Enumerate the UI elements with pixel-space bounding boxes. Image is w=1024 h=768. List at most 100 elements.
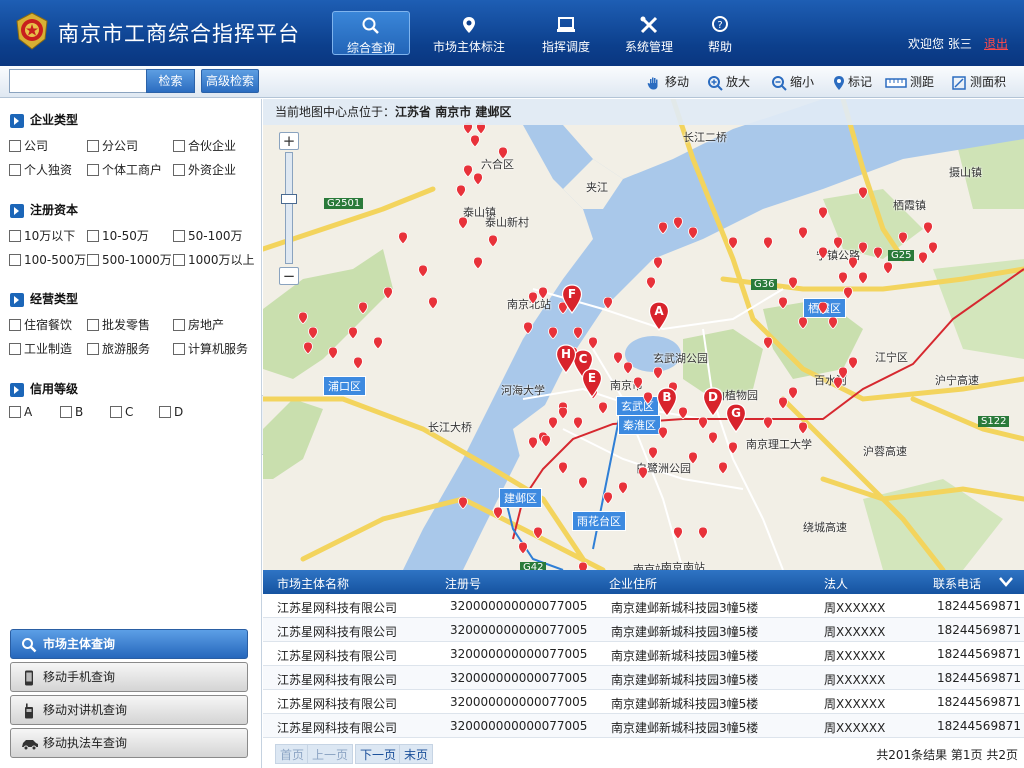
tool-measure-area[interactable]: 测面积 [951, 72, 1006, 92]
enterprise-marker[interactable] [558, 406, 568, 420]
filter-option[interactable]: 计算机服务 [173, 340, 248, 357]
nav-help[interactable]: ? 帮助 [681, 11, 759, 55]
filter-option[interactable]: 批发零售 [87, 316, 150, 333]
filter-option[interactable]: 50-100万 [173, 227, 243, 244]
enterprise-marker[interactable] [458, 496, 468, 510]
filter-option[interactable]: 住宿餐饮 [9, 316, 72, 333]
table-row[interactable]: 江苏星网科技有限公司 320000000000077005 南京建邺新城科技园3幢5… [263, 714, 1024, 738]
enterprise-marker[interactable] [383, 286, 393, 300]
enterprise-marker[interactable] [428, 296, 438, 310]
letter-marker-g[interactable]: G [725, 403, 747, 433]
table-row[interactable]: 江苏星网科技有限公司 320000000000077005 南京建邺新城科技园3幢5… [263, 618, 1024, 642]
enterprise-marker[interactable] [541, 434, 551, 448]
checkbox[interactable] [173, 343, 185, 355]
table-row[interactable]: 江苏星网科技有限公司 320000000000077005 南京建邺新城科技园3幢5… [263, 690, 1024, 714]
filter-option[interactable]: A [9, 405, 32, 419]
tool-zoom-in[interactable]: 放大 [707, 72, 750, 92]
enterprise-marker[interactable] [538, 286, 548, 300]
search-input[interactable] [9, 69, 147, 93]
checkbox[interactable] [9, 319, 21, 331]
enterprise-marker[interactable] [798, 226, 808, 240]
enterprise-marker[interactable] [588, 336, 598, 350]
enterprise-marker[interactable] [643, 391, 653, 405]
enterprise-marker[interactable] [858, 241, 868, 255]
filter-option[interactable]: 合伙企业 [173, 137, 236, 154]
enterprise-marker[interactable] [898, 231, 908, 245]
tool-mark[interactable]: 标记 [833, 72, 872, 92]
zoom-slider-track[interactable] [285, 152, 293, 264]
tool-zoom-out[interactable]: 缩小 [771, 72, 814, 92]
checkbox[interactable] [159, 406, 171, 418]
last-page-button[interactable]: 末页 [399, 744, 434, 764]
enterprise-marker[interactable] [798, 316, 808, 330]
map-view[interactable]: 浦口区玄武区秦淮区建邺区雨花台区栖霞区江宁区南京市南京站南京北站河海大学玄武湖公… [263, 99, 1024, 570]
filter-option[interactable]: 旅游服务 [87, 340, 150, 357]
enterprise-marker[interactable] [798, 421, 808, 435]
enterprise-marker[interactable] [688, 451, 698, 465]
checkbox[interactable] [87, 254, 99, 266]
enterprise-marker[interactable] [373, 336, 383, 350]
enterprise-marker[interactable] [653, 256, 663, 270]
enterprise-marker[interactable] [923, 221, 933, 235]
checkbox[interactable] [9, 164, 21, 176]
enterprise-marker[interactable] [698, 416, 708, 430]
enterprise-marker[interactable] [618, 481, 628, 495]
enterprise-marker[interactable] [698, 526, 708, 540]
enterprise-marker[interactable] [778, 396, 788, 410]
filter-option[interactable]: D [159, 405, 183, 419]
checkbox[interactable] [87, 319, 99, 331]
filter-option[interactable]: 个体工商户 [87, 161, 162, 178]
enterprise-marker[interactable] [678, 406, 688, 420]
enterprise-marker[interactable] [463, 164, 473, 178]
checkbox[interactable] [87, 164, 99, 176]
enterprise-marker[interactable] [646, 276, 656, 290]
checkbox[interactable] [9, 254, 21, 266]
enterprise-marker[interactable] [833, 236, 843, 250]
filter-option[interactable]: 房地产 [173, 316, 224, 333]
enterprise-marker[interactable] [658, 426, 668, 440]
checkbox[interactable] [9, 343, 21, 355]
enterprise-marker[interactable] [458, 216, 468, 230]
filter-option[interactable]: 外资企业 [173, 161, 236, 178]
enterprise-marker[interactable] [573, 416, 583, 430]
enterprise-marker[interactable] [603, 491, 613, 505]
enterprise-marker[interactable] [473, 172, 483, 186]
checkbox[interactable] [173, 254, 185, 266]
enterprise-marker[interactable] [498, 146, 508, 160]
nav-market-marking[interactable]: 市场主体标注 [429, 11, 509, 55]
zoom-out-button[interactable]: − [279, 267, 299, 285]
checkbox[interactable] [87, 343, 99, 355]
enterprise-marker[interactable] [353, 356, 363, 370]
enterprise-marker[interactable] [658, 221, 668, 235]
enterprise-marker[interactable] [518, 541, 528, 555]
filter-option[interactable]: 工业制造 [9, 340, 72, 357]
checkbox[interactable] [87, 140, 99, 152]
filter-option[interactable]: B [60, 405, 83, 419]
enterprise-marker[interactable] [348, 326, 358, 340]
nav-comprehensive-query[interactable]: 综合查询 [332, 11, 410, 55]
enterprise-marker[interactable] [763, 336, 773, 350]
enterprise-marker[interactable] [883, 261, 893, 275]
checkbox[interactable] [173, 230, 185, 242]
enterprise-marker[interactable] [843, 286, 853, 300]
enterprise-marker[interactable] [858, 271, 868, 285]
enterprise-marker[interactable] [788, 276, 798, 290]
search-button[interactable]: 检索 [146, 69, 195, 93]
filter-option[interactable]: 公司 [9, 137, 48, 154]
enterprise-marker[interactable] [848, 256, 858, 270]
enterprise-marker[interactable] [818, 301, 828, 315]
enterprise-marker[interactable] [578, 476, 588, 490]
enterprise-marker[interactable] [558, 461, 568, 475]
enterprise-marker[interactable] [848, 356, 858, 370]
enterprise-marker[interactable] [918, 251, 928, 265]
enterprise-marker[interactable] [818, 206, 828, 220]
enterprise-marker[interactable] [298, 311, 308, 325]
enterprise-marker[interactable] [728, 236, 738, 250]
filter-option[interactable]: 个人独资 [9, 161, 72, 178]
filter-option[interactable]: 500-1000万 [87, 251, 172, 268]
enterprise-marker[interactable] [763, 236, 773, 250]
enterprise-marker[interactable] [303, 341, 313, 355]
checkbox[interactable] [60, 406, 72, 418]
checkbox[interactable] [9, 140, 21, 152]
letter-marker-d[interactable]: D [702, 387, 724, 417]
